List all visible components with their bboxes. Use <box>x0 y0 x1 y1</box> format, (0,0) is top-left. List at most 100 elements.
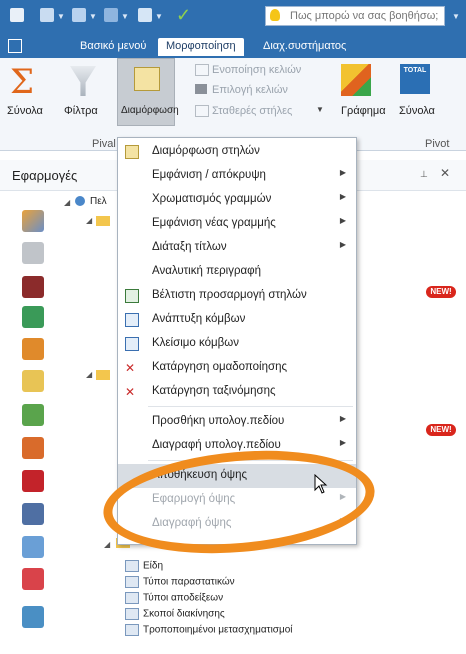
menu-item-collapse-nodes[interactable]: Κλείσιμο κόμβων <box>118 332 356 356</box>
group-label: Pival <box>92 138 116 150</box>
chevron-down-icon[interactable]: ▼ <box>89 12 97 21</box>
window-icon[interactable] <box>72 8 86 22</box>
list-item[interactable]: Είδη <box>125 560 163 572</box>
home-icon[interactable] <box>40 8 54 22</box>
remove-sorting-icon: ✕ <box>125 385 136 399</box>
list-item[interactable]: Τροποποιημένοι μετασχηματισμοί <box>125 624 293 636</box>
sum-button[interactable]: Σύνολα <box>7 105 43 117</box>
panel-title: Εφαρμογές <box>12 168 78 183</box>
menu-item-expand-nodes[interactable]: Ανάπτυξη κόμβων <box>118 308 356 332</box>
format-button[interactable]: Διαμόρφωση <box>117 58 179 126</box>
house-icon[interactable] <box>22 437 44 459</box>
submenu-arrow-icon: ▶ <box>339 192 346 201</box>
submenu-arrow-icon: ▶ <box>339 414 346 423</box>
invoice-icon[interactable] <box>22 210 44 232</box>
menu-item-remove-sorting[interactable]: ✕ Κατάργηση ταξινόμησης <box>118 380 356 404</box>
report-icon[interactable] <box>22 606 44 628</box>
collapse-nodes-icon <box>125 337 139 351</box>
chevron-down-icon[interactable]: ▼ <box>121 12 129 21</box>
gear-icon <box>75 196 85 206</box>
folder-icon <box>96 370 110 380</box>
box-icon[interactable] <box>22 276 44 298</box>
tree-expand-icon[interactable]: ◢ <box>86 216 92 225</box>
tools-icon[interactable] <box>138 8 152 22</box>
scanner-icon[interactable] <box>22 242 44 264</box>
select-cells-icon <box>195 84 207 94</box>
menu-item-column-layout[interactable]: Διαμόρφωση στηλών <box>118 140 356 164</box>
help-search-input[interactable] <box>288 7 442 25</box>
format-icon <box>125 145 139 159</box>
truck-icon[interactable] <box>22 338 44 360</box>
format-button-label: Διαμόρφωση <box>121 105 179 116</box>
new-badge: NEW! <box>426 424 456 436</box>
list-item[interactable]: Σκοποί διακίνησης <box>125 608 225 620</box>
basket-icon[interactable] <box>22 470 44 492</box>
totals-button[interactable]: Σύνολα <box>399 105 435 117</box>
ribbon-tab-bar: Βασικό μενού Μορφοποίηση Διαχ.συστήματος <box>0 36 466 58</box>
chevron-down-icon[interactable]: ▼ <box>57 12 65 21</box>
new-badge: NEW! <box>426 286 456 298</box>
fixed-columns-icon <box>195 105 209 117</box>
document-icon[interactable] <box>22 370 44 392</box>
money-icon[interactable] <box>22 404 44 426</box>
chevron-down-icon[interactable]: ▼ <box>452 12 460 21</box>
quick-access-toolbar: ▼ ▼ ▼ ▼ ✓ ▼ <box>0 0 466 36</box>
chevron-down-icon[interactable]: ▼ <box>155 12 163 21</box>
menu-item-best-fit-columns[interactable]: Βέλτιστη προσαρμογή στηλών <box>118 284 356 308</box>
select-cells-button[interactable]: Επιλογή κελιών <box>212 84 288 96</box>
pin-icon[interactable]: ⊥ <box>420 169 428 180</box>
totals-icon[interactable]: TOTAL <box>400 64 430 94</box>
chevron-down-icon[interactable]: ▼ <box>316 105 324 114</box>
list-item[interactable]: Τύποι παραστατικών <box>125 576 235 588</box>
chart-button[interactable]: Γράφημα <box>341 105 386 117</box>
help-search-box[interactable] <box>265 6 445 26</box>
tab-system[interactable]: Διαχ.συστήματος <box>263 40 346 52</box>
table-icon <box>125 592 139 604</box>
table-icon <box>125 624 139 636</box>
users-icon[interactable] <box>22 306 44 328</box>
checkmark-icon[interactable]: ✓ <box>176 5 191 26</box>
submenu-arrow-icon: ▶ <box>339 168 346 177</box>
tab-home[interactable]: Βασικό μενού <box>80 40 146 52</box>
format-icon <box>134 67 160 91</box>
chart-icon[interactable] <box>341 64 371 96</box>
table-icon <box>125 608 139 620</box>
gears-icon[interactable] <box>22 503 44 525</box>
menu-item-row-coloring[interactable]: Χρωματισμός γραμμών ▶ <box>118 188 356 212</box>
calendar-icon[interactable] <box>22 568 44 590</box>
tree-expand-icon[interactable]: ◢ <box>64 198 70 207</box>
best-fit-icon <box>125 289 139 303</box>
folder-icon <box>96 216 110 226</box>
tree-root-node[interactable]: Πελ <box>90 196 107 207</box>
tree-expand-icon[interactable]: ◢ <box>86 370 92 379</box>
merge-cells-icon <box>195 64 209 76</box>
app-menu-icon[interactable] <box>8 39 22 53</box>
list-item[interactable]: Τύποι αποδείξεων <box>125 592 223 604</box>
filter-button[interactable]: Φίλτρα <box>64 105 98 117</box>
group-label-pivot: Pivot <box>425 138 450 150</box>
table-icon <box>125 560 139 572</box>
merge-cells-button[interactable]: Ενοποίηση κελιών <box>212 64 301 76</box>
totals-icon-text: TOTAL <box>403 67 427 74</box>
menu-item-title-layout[interactable]: Διάταξη τίτλων ▶ <box>118 236 356 260</box>
submenu-arrow-icon: ▶ <box>339 216 346 225</box>
expand-nodes-icon <box>125 313 139 327</box>
lightbulb-icon <box>270 9 280 21</box>
tab-formatting[interactable]: Μορφοποίηση <box>158 38 244 56</box>
grid-icon[interactable] <box>104 8 118 22</box>
save-icon[interactable] <box>10 8 24 22</box>
remove-grouping-icon: ✕ <box>125 361 136 375</box>
menu-item-add-calculated-field[interactable]: Προσθήκη υπολογ.πεδίου ▶ <box>118 410 356 434</box>
close-icon[interactable]: ✕ <box>440 166 450 180</box>
menu-item-show-new-row[interactable]: Εμφάνιση νέας γραμμής ▶ <box>118 212 356 236</box>
menu-item-remove-grouping[interactable]: ✕ Κατάργηση ομαδοποίησης <box>118 356 356 380</box>
tree-expand-icon[interactable]: ◢ <box>104 540 110 549</box>
menu-item-detailed-description[interactable]: Αναλυτική περιγραφή <box>118 260 356 284</box>
menu-separator <box>148 406 353 407</box>
sum-icon[interactable]: Σ <box>10 62 34 102</box>
fixed-columns-button[interactable]: Σταθερές στήλες <box>212 105 292 117</box>
filter-icon[interactable] <box>70 66 96 96</box>
submenu-arrow-icon: ▶ <box>339 240 346 249</box>
network-icon[interactable] <box>22 536 44 558</box>
menu-item-show-hide[interactable]: Εμφάνιση / απόκρυψη ▶ <box>118 164 356 188</box>
